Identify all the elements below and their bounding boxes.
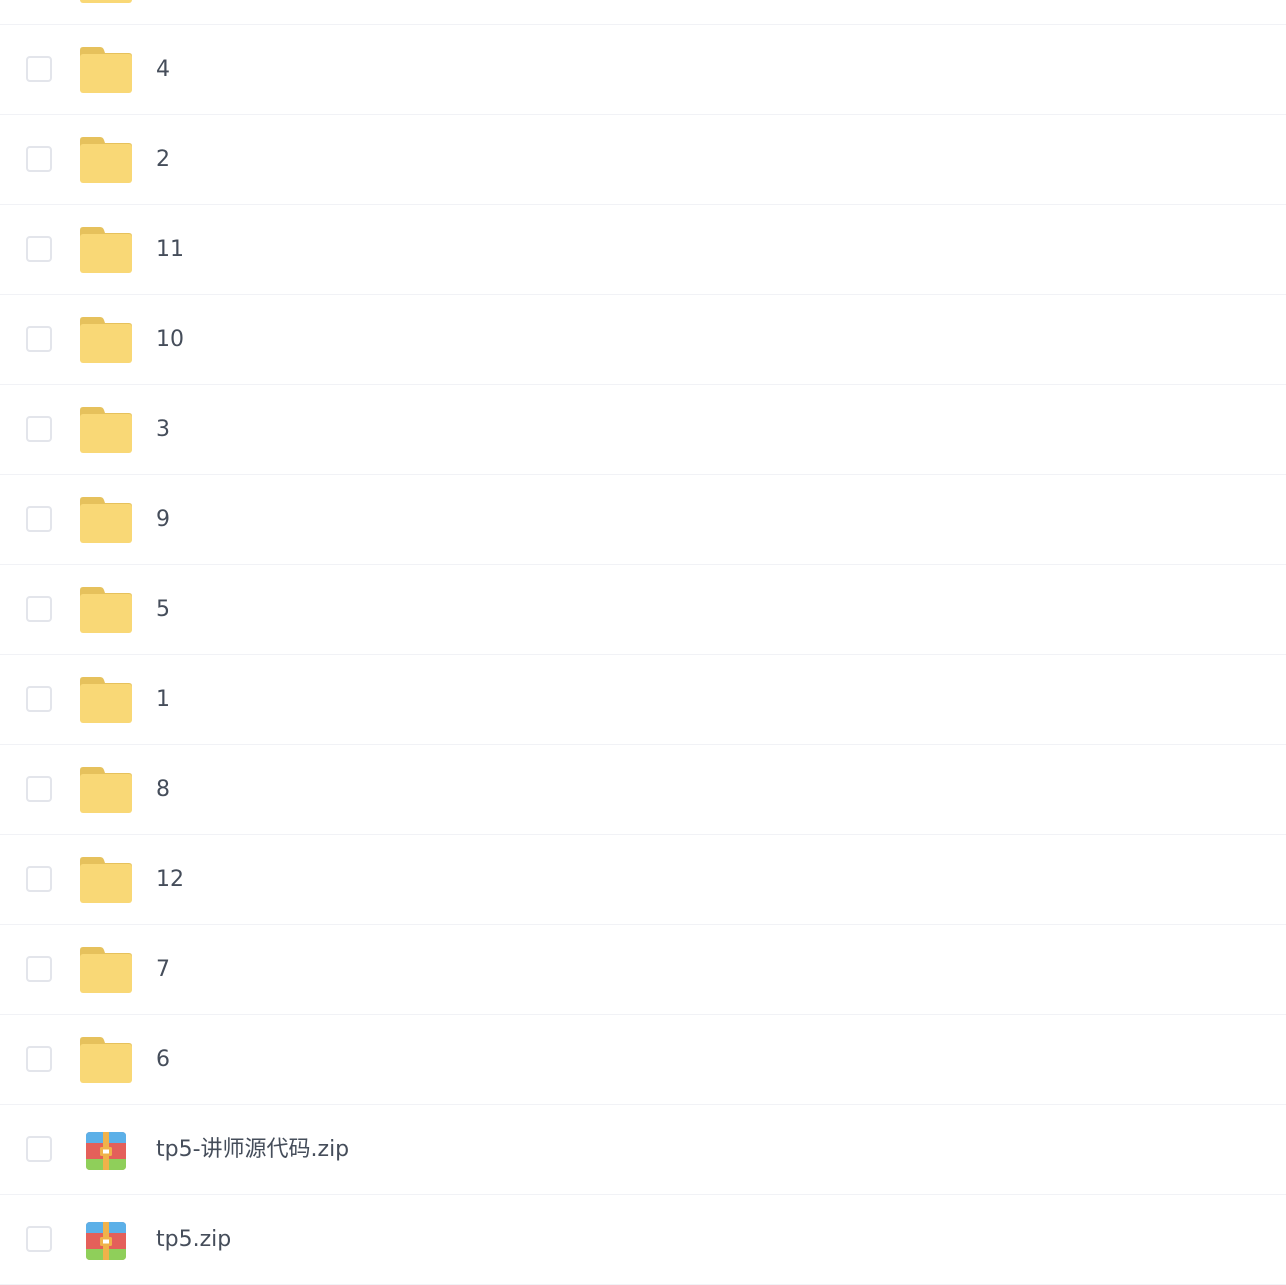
folder-icon xyxy=(80,767,132,813)
zip-archive-icon xyxy=(80,1127,132,1173)
file-row[interactable]: 2 xyxy=(0,115,1286,205)
file-row[interactable]: 10 xyxy=(0,295,1286,385)
row-checkbox[interactable] xyxy=(26,596,52,622)
folder-icon xyxy=(80,677,132,723)
file-name[interactable]: 10 xyxy=(156,295,184,384)
file-name[interactable]: 6 xyxy=(156,1015,170,1104)
file-row[interactable]: 5 xyxy=(0,565,1286,655)
file-name[interactable]: 1 xyxy=(156,655,170,744)
file-row[interactable]: 9 xyxy=(0,475,1286,565)
file-name[interactable]: 11 xyxy=(156,205,184,294)
file-name[interactable]: 3 xyxy=(156,385,170,474)
folder-icon xyxy=(80,407,132,453)
file-name[interactable]: 7 xyxy=(156,925,170,1014)
folder-icon xyxy=(80,47,132,93)
file-row[interactable]: tp5-讲师源代码.zip xyxy=(0,1105,1286,1195)
file-name[interactable]: 12 xyxy=(156,835,184,924)
folder-icon xyxy=(80,317,132,363)
row-checkbox[interactable] xyxy=(26,146,52,172)
file-row[interactable]: 11 xyxy=(0,205,1286,295)
zip-archive-icon xyxy=(80,1217,132,1263)
row-checkbox[interactable] xyxy=(26,956,52,982)
file-row[interactable]: 6 xyxy=(0,1015,1286,1105)
file-name[interactable]: 9 xyxy=(156,475,170,564)
file-name[interactable]: tp5-讲师源代码.zip xyxy=(156,1105,349,1194)
row-checkbox[interactable] xyxy=(26,506,52,532)
file-row[interactable]: 7 xyxy=(0,925,1286,1015)
folder-icon xyxy=(80,1037,132,1083)
folder-icon xyxy=(80,497,132,543)
folder-icon xyxy=(80,0,132,3)
file-name[interactable]: tp5.zip xyxy=(156,1195,231,1284)
file-name[interactable]: 8 xyxy=(156,745,170,834)
row-checkbox[interactable] xyxy=(26,1046,52,1072)
file-row[interactable]: 8 xyxy=(0,745,1286,835)
file-name[interactable]: 2 xyxy=(156,115,170,204)
file-name[interactable]: 4 xyxy=(156,25,170,114)
file-row[interactable]: 12 xyxy=(0,835,1286,925)
file-name[interactable]: 5 xyxy=(156,565,170,654)
file-row[interactable]: tp5.zip xyxy=(0,1195,1286,1285)
row-checkbox[interactable] xyxy=(26,686,52,712)
folder-icon xyxy=(80,587,132,633)
file-row[interactable] xyxy=(0,0,1286,25)
file-row[interactable]: 1 xyxy=(0,655,1286,745)
row-checkbox[interactable] xyxy=(26,1226,52,1252)
folder-icon xyxy=(80,137,132,183)
row-checkbox[interactable] xyxy=(26,866,52,892)
row-checkbox[interactable] xyxy=(26,776,52,802)
row-checkbox[interactable] xyxy=(26,56,52,82)
file-list: 4 2 11 10 3 9 5 1 8 12 7 6 tp5-讲师源代码.zip tp5.zip xyxy=(0,0,1286,1285)
folder-icon xyxy=(80,227,132,273)
file-row[interactable]: 3 xyxy=(0,385,1286,475)
folder-icon xyxy=(80,947,132,993)
row-checkbox[interactable] xyxy=(26,326,52,352)
row-checkbox[interactable] xyxy=(26,416,52,442)
row-checkbox[interactable] xyxy=(26,236,52,262)
file-row[interactable]: 4 xyxy=(0,25,1286,115)
row-checkbox[interactable] xyxy=(26,1136,52,1162)
folder-icon xyxy=(80,857,132,903)
